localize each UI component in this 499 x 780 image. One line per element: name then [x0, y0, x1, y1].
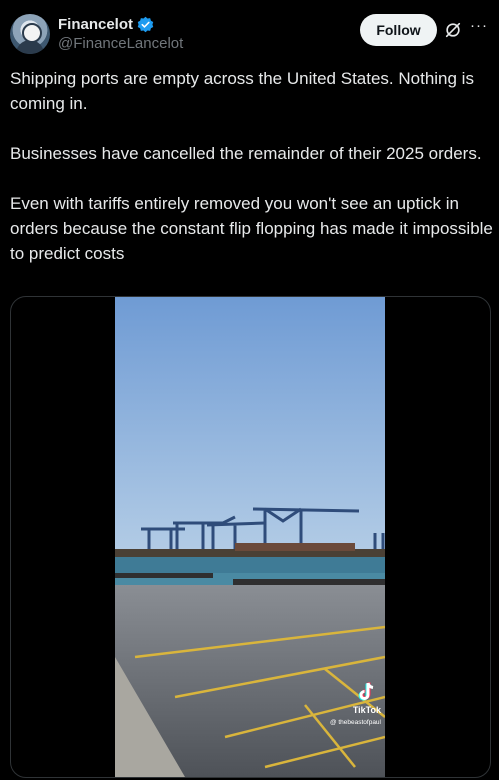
author-info[interactable]: Financelot @FinanceLancelot [58, 14, 183, 53]
name-row: Financelot [58, 14, 183, 34]
tiktok-handle: @ thebeastofpaul [329, 719, 381, 726]
grok-icon[interactable] [444, 21, 462, 39]
follow-button[interactable]: Follow [360, 14, 437, 46]
more-options-icon[interactable]: ··· [469, 18, 489, 38]
verified-badge-icon [137, 16, 154, 33]
tweet-paragraph: Shipping ports are empty across the Unit… [10, 69, 474, 113]
tweet-paragraph: Even with tariffs entirely removed you w… [10, 194, 493, 263]
tweet-header: Financelot @FinanceLancelot Follow ··· [10, 14, 489, 56]
avatar-face [22, 23, 42, 43]
tiktok-watermark: TikTok [352, 705, 381, 715]
media-container[interactable]: TikTok @ thebeastofpaul [10, 296, 491, 778]
tweet-paragraph: Businesses have cancelled the remainder … [10, 144, 482, 163]
tiktok-logo-icon [357, 681, 377, 703]
avatar[interactable] [10, 14, 50, 54]
tweet-text: Shipping ports are empty across the Unit… [10, 66, 494, 291]
author-handle[interactable]: @FinanceLancelot [58, 35, 183, 52]
video-player[interactable]: TikTok @ thebeastofpaul [115, 297, 385, 777]
port-scene [115, 297, 385, 777]
display-name[interactable]: Financelot [58, 16, 133, 33]
